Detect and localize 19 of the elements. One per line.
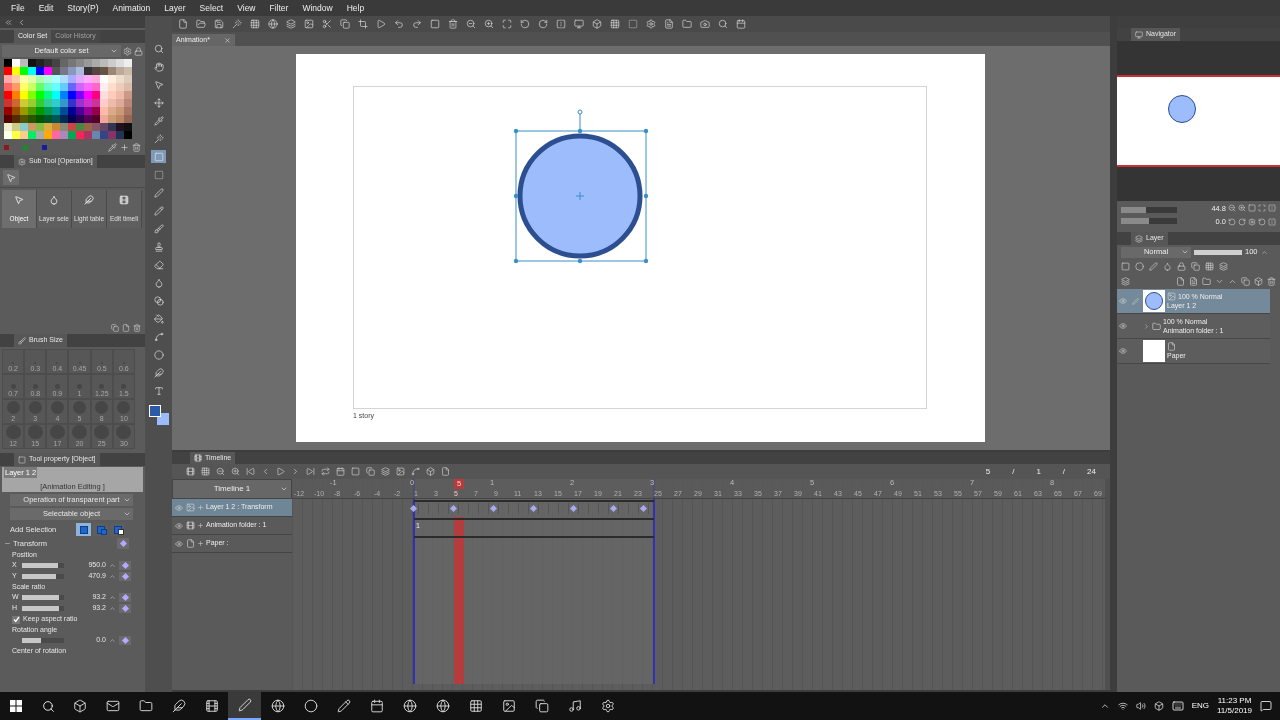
menu-item[interactable]: Animation (105, 1, 158, 15)
frame-counter-text: 24 (1087, 465, 1096, 478)
timeline-dropdown[interactable]: Timeline 1 (172, 479, 292, 499)
menu-item[interactable]: View (230, 1, 263, 15)
language-indicator[interactable]: ENG (1191, 700, 1209, 712)
frame-counter-text: 1 (1036, 465, 1041, 478)
menu-item[interactable]: Help (339, 1, 372, 15)
frame-counter-text: / (1012, 465, 1015, 478)
menu-item[interactable]: Select (192, 1, 231, 15)
frame-counter-text: / (1062, 465, 1066, 478)
menu-item[interactable]: Filter (262, 1, 296, 15)
menu-item[interactable]: Story(P) (60, 1, 106, 15)
menu-item[interactable]: Edit (31, 1, 61, 15)
clock-time[interactable]: 11:23 PM (1217, 696, 1252, 706)
menu-item[interactable]: Layer (157, 1, 193, 15)
menu-item[interactable]: File (4, 1, 32, 15)
menu-item[interactable]: Window (295, 1, 340, 15)
frame-counter-text: 5 (985, 465, 991, 478)
clock-date[interactable]: 11/5/2019 (1217, 706, 1252, 716)
